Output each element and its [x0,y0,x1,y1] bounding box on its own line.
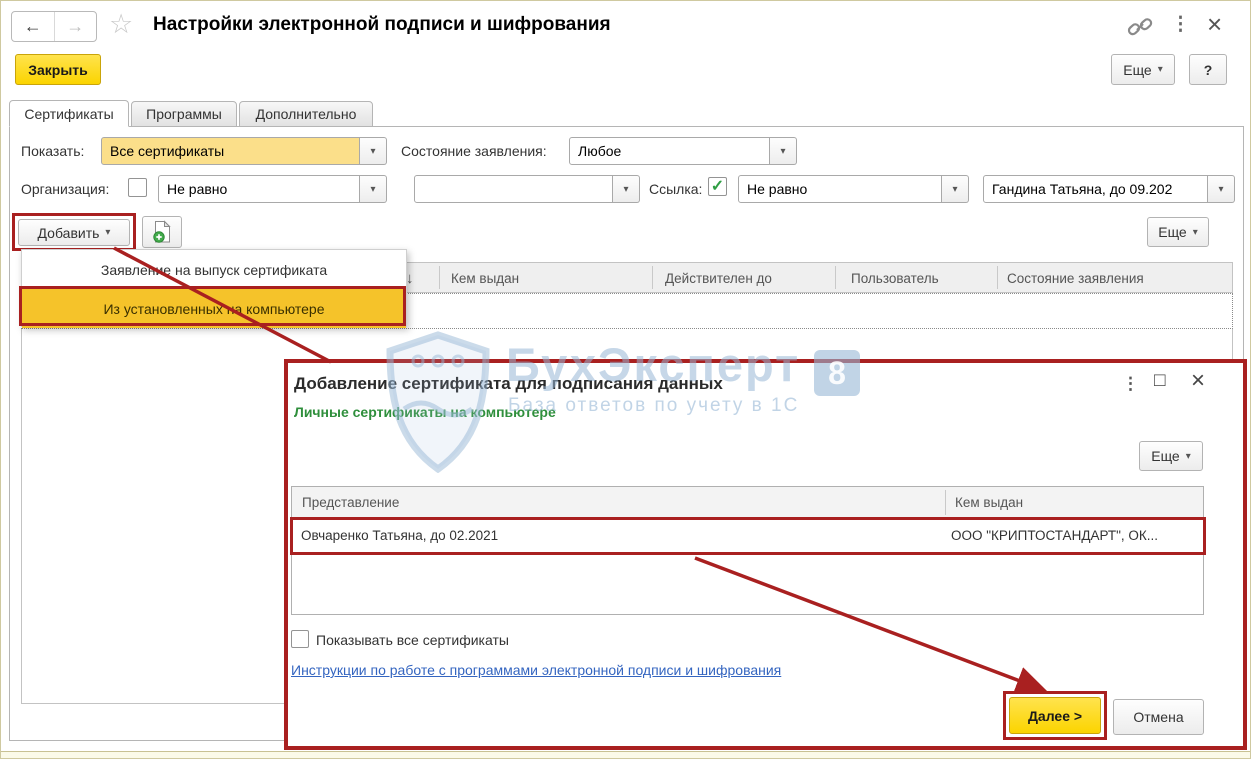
more-button-toolbar-label: Еще [1158,224,1187,240]
application-state-dropdown-arrow[interactable]: ▾ [770,137,797,165]
reference-checkbox[interactable]: ✓ [708,177,727,196]
certificate-presentation: Овчаренко Татьяна, до 02.2021 [301,528,499,543]
menu-item-label: Из установленных на компьютере [103,300,325,317]
chevron-down-icon: ▾ [952,183,958,195]
bottom-strip [1,751,1250,758]
add-button-label: Добавить [37,224,100,241]
organization-comparison-input[interactable]: Не равно [158,175,360,203]
reference-value: Гандина Татьяна, до 09.202 [992,181,1173,197]
add-dropdown-menu: Заявление на выпуск сертификата Из устан… [21,249,407,328]
menu-item-from-installed[interactable]: Из установленных на компьютере [22,289,406,328]
document-plus-icon [152,220,172,244]
show-filter-input[interactable]: Все сертификаты [101,137,360,165]
dialog-subtitle: Личные сертификаты на компьютере [294,404,556,420]
dialog-close-icon[interactable]: × [1191,367,1205,395]
application-state-input[interactable]: Любое [569,137,770,165]
sort-desc-icon: ↓ [406,270,414,287]
forward-icon: → [66,16,85,36]
dialog-more-button[interactable]: Еще ▾ [1139,441,1203,471]
close-form-button[interactable]: Закрыть [15,54,101,85]
reference-comparison-dropdown-arrow[interactable]: ▾ [942,175,969,203]
dialog-more-button-label: Еще [1151,448,1180,464]
tab-certificates[interactable]: Сертификаты [9,100,129,127]
organization-label: Организация: [21,181,110,197]
dialog-table-row[interactable]: Овчаренко Татьяна, до 02.2021 ООО "КРИПТ… [294,520,1201,552]
certificate-issuer: ООО "КРИПТОСТАНДАРТ", ОК... [951,528,1159,543]
link-icon[interactable] [1127,16,1153,43]
chevron-down-icon: ▾ [1185,450,1191,462]
reference-value-input[interactable]: Гандина Татьяна, до 09.202 [983,175,1208,203]
application-state-label: Состояние заявления: [401,143,547,159]
chevron-down-icon: ▾ [1192,226,1198,238]
check-icon: ✓ [710,177,725,195]
forward-button[interactable]: → [55,12,97,41]
reference-value-dropdown-arrow[interactable]: ▾ [1208,175,1235,203]
tab-additional-label: Дополнительно [255,106,357,122]
chevron-down-icon: ▾ [1218,183,1224,195]
reference-label: Ссылка: [649,181,703,197]
chevron-down-icon: ▾ [780,145,786,157]
dialog-table-header[interactable]: Представление Кем выдан [292,487,1203,519]
chevron-down-icon: ▾ [370,145,376,157]
organization-value-dropdown-arrow[interactable]: ▾ [613,175,640,203]
organization-comparison-value: Не равно [167,181,228,197]
back-button[interactable]: ← [12,12,55,41]
add-from-file-button[interactable] [142,216,182,248]
menu-item-certificate-application[interactable]: Заявление на выпуск сертификата [22,250,406,289]
tab-programs-label: Программы [146,106,222,122]
reference-comparison-input[interactable]: Не равно [738,175,942,203]
column-header-application-state[interactable]: Состояние заявления [1007,263,1144,294]
app-window: ← → ☆ Настройки электронной подписи и ши… [0,0,1251,759]
tab-certificates-label: Сертификаты [24,105,114,122]
column-header-presentation[interactable]: Представление [302,487,399,518]
column-header-issued-by[interactable]: Кем выдан [955,487,1023,518]
help-button[interactable]: ? [1189,54,1227,85]
window-close-icon[interactable]: × [1207,9,1222,40]
dialog-maximize-icon[interactable]: □ [1154,370,1165,392]
chevron-down-icon: ▾ [105,227,111,238]
tab-programs[interactable]: Программы [131,101,237,127]
show-filter-dropdown-arrow[interactable]: ▾ [360,137,387,165]
cancel-button[interactable]: Отмена [1113,699,1204,735]
tab-additional[interactable]: Дополнительно [239,101,373,127]
more-button-top-label: Еще [1123,61,1152,78]
organization-checkbox[interactable] [128,178,147,197]
reference-comparison-value: Не равно [747,181,808,197]
next-button[interactable]: Далее > [1009,697,1101,734]
nav-button-group: ← → [11,11,97,42]
more-button-toolbar[interactable]: Еще ▾ [1147,217,1209,247]
dialog-title: Добавление сертификата для подписания да… [294,374,723,393]
column-header-valid-to[interactable]: Действителен до [665,263,772,294]
chevron-down-icon: ▾ [370,183,376,195]
application-state-value: Любое [578,143,622,159]
add-button[interactable]: Добавить ▾ [18,219,130,246]
instructions-link[interactable]: Инструкции по работе с программами элект… [291,662,781,678]
add-certificate-dialog: Добавление сертификата для подписания да… [284,359,1247,750]
menu-item-label: Заявление на выпуск сертификата [100,261,328,278]
column-header-user[interactable]: Пользователь [851,263,939,294]
favorite-icon[interactable]: ☆ [109,9,133,40]
page-title: Настройки электронной подписи и шифрован… [153,14,611,35]
window-menu-icon[interactable]: ⋮ [1171,13,1190,36]
column-header-issuer[interactable]: Кем выдан [451,263,519,294]
organization-value-input[interactable] [414,175,613,203]
chevron-down-icon: ▾ [1157,64,1163,75]
back-icon: ← [23,16,42,36]
show-filter-label: Показать: [21,143,85,159]
dialog-menu-icon[interactable]: ⋮ [1122,374,1139,394]
more-button-top[interactable]: Еще ▾ [1111,54,1175,85]
show-all-certificates-label: Показывать все сертификаты [316,632,509,648]
show-filter-value: Все сертификаты [110,143,225,159]
organization-comparison-dropdown-arrow[interactable]: ▾ [360,175,387,203]
show-all-certificates-checkbox[interactable] [291,630,309,648]
chevron-down-icon: ▾ [623,183,629,195]
